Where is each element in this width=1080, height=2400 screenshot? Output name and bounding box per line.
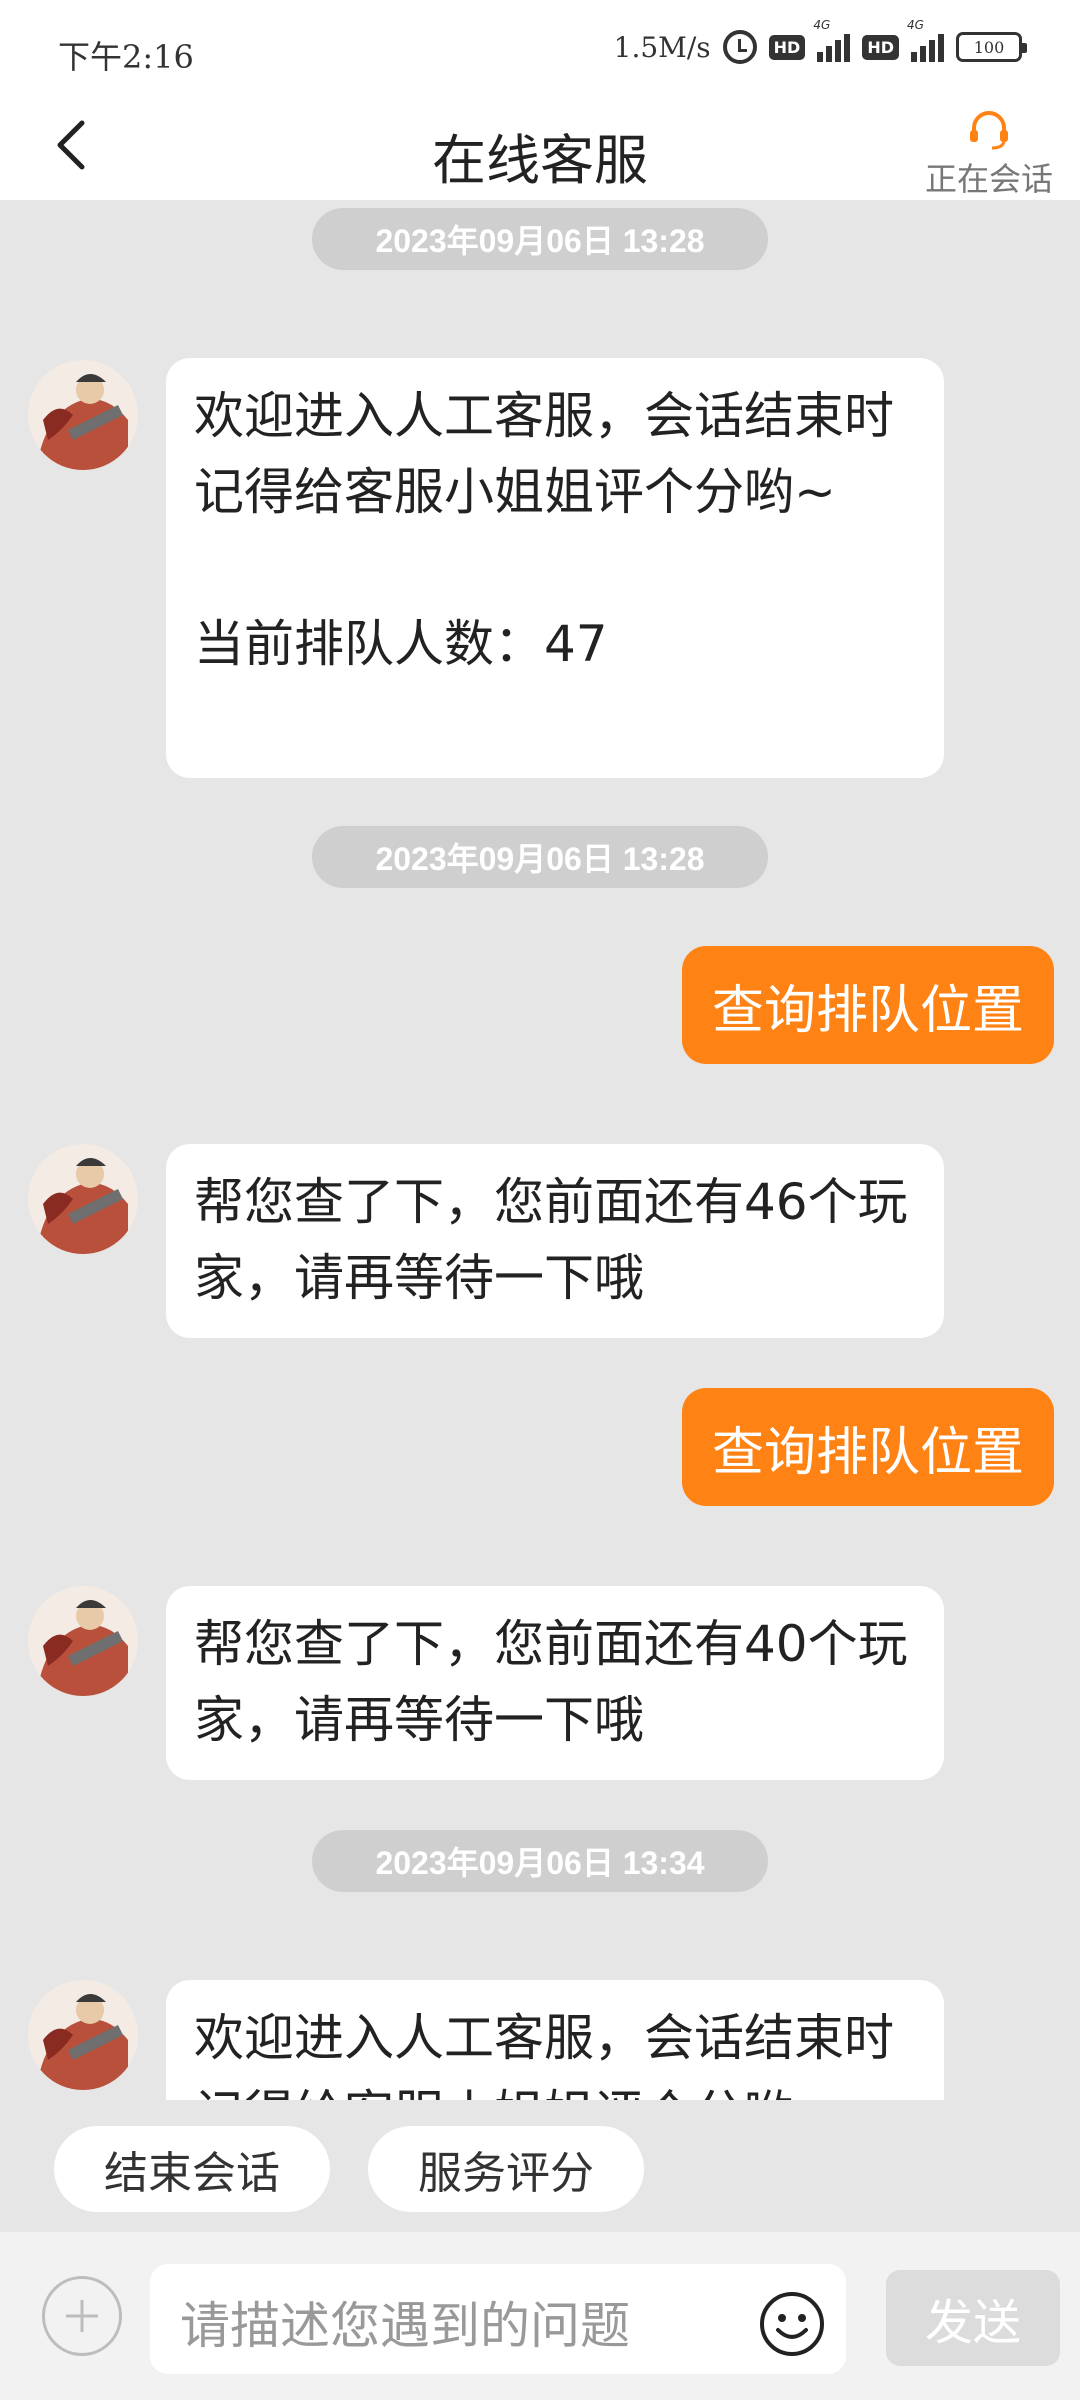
- message-input-placeholder: 请描述您遇到的问题: [180, 2297, 630, 2355]
- send-button[interactable]: 发送: [886, 2270, 1060, 2366]
- user-message: 查询排队位置: [681, 1388, 1054, 1506]
- rate-service-button[interactable]: 服务评分: [368, 2126, 644, 2212]
- status-icons: 1.5M/s HD 4G HD 4G 100: [613, 18, 1027, 64]
- alarm-icon: [722, 30, 757, 64]
- quick-actions: 结束会话 服务评分: [0, 2100, 1080, 2232]
- end-session-button[interactable]: 结束会话: [54, 2126, 330, 2212]
- agent-avatar: [28, 1144, 138, 1254]
- timestamp: 2023年09月06日 13:28: [312, 208, 768, 270]
- input-bar: 请描述您遇到的问题 发送: [0, 2232, 1080, 2400]
- signal-icon: 4G: [813, 18, 851, 62]
- timestamp: 2023年09月06日 13:28: [312, 826, 768, 888]
- session-status-label: 正在会话: [924, 160, 1053, 198]
- headset-icon: [970, 111, 1008, 150]
- hd-badge: HD: [768, 34, 806, 60]
- network-type: 4G: [813, 18, 831, 32]
- battery-level: 100: [973, 37, 1005, 57]
- agent-avatar: [28, 360, 138, 470]
- agent-message: 帮您查了下，您前面还有40个玩家，请再等待一下哦: [166, 1586, 944, 1780]
- status-time: 下午2:16: [58, 38, 194, 76]
- agent-avatar: [28, 1586, 138, 1696]
- session-status[interactable]: 正在会话: [914, 108, 1064, 200]
- network-speed: 1.5M/s: [613, 30, 711, 64]
- network-type-2: 4G: [907, 18, 924, 32]
- agent-message: 欢迎进入人工客服，会话结束时记得给客服小姐姐评个分哟~ 当前排队人数：47: [166, 358, 944, 778]
- signal-icon-2: 4G: [907, 18, 944, 62]
- message-input[interactable]: 请描述您遇到的问题: [150, 2264, 846, 2374]
- timestamp: 2023年09月06日 13:34: [312, 1830, 768, 1892]
- emoji-icon[interactable]: [758, 2290, 826, 2358]
- hd-badge-2: HD: [862, 34, 899, 60]
- battery-icon: 100: [956, 32, 1027, 62]
- user-message: 查询排队位置: [681, 946, 1054, 1064]
- chat-area[interactable]: 2023年09月06日 13:28 欢迎进入人工客服，会话结束时记得给客服小姐姐…: [0, 200, 1080, 2100]
- nav-header: 在线客服 正在会话: [0, 100, 1080, 200]
- status-bar: 下午2:16 1.5M/s HD 4G HD 4G 100: [0, 0, 1080, 100]
- plus-icon: [66, 2300, 98, 2332]
- agent-avatar: [28, 1980, 138, 2090]
- agent-message: 帮您查了下，您前面还有46个玩家，请再等待一下哦: [166, 1144, 944, 1338]
- agent-message: 欢迎进入人工客服，会话结束时记得给客服小姐姐评个分哟: [166, 1980, 944, 2100]
- attach-button[interactable]: [42, 2276, 122, 2356]
